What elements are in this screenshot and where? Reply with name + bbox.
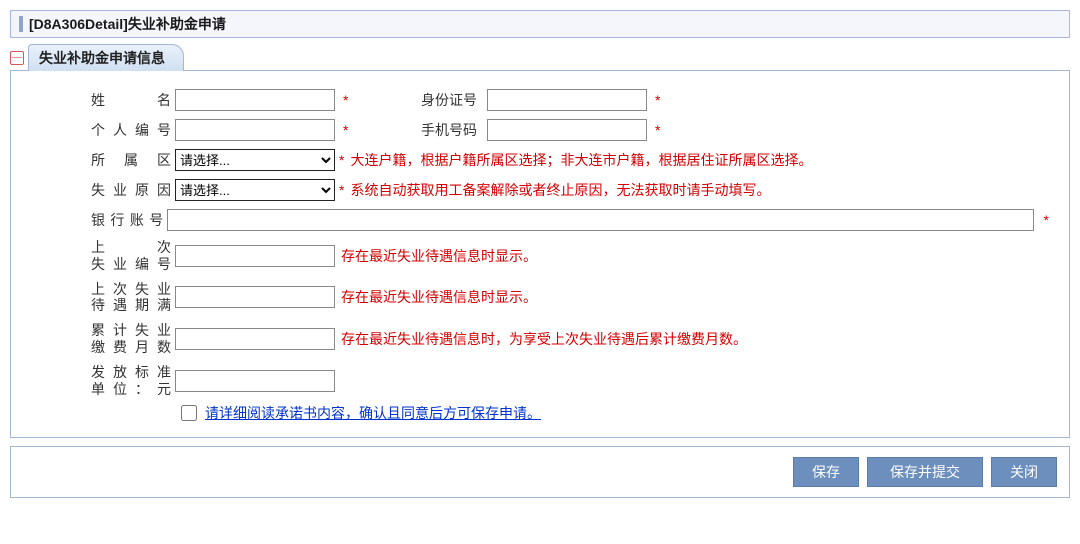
label-district: 所 属 区: [91, 150, 171, 170]
button-bar: 保存 保存并提交 关闭: [10, 446, 1070, 498]
section-tab: — 失业补助金申请信息: [10, 44, 1070, 71]
req-name: *: [339, 92, 359, 108]
form-panel: 姓 名 * 身份证号 * 个人编号 * 手机号码 * 所 属 区 请选择... …: [10, 70, 1070, 438]
agreement-row: 请详细阅读承诺书内容，确认且同意后方可保存申请。: [181, 403, 1049, 423]
label-pay-standard: 发放标准 单位：元: [91, 364, 171, 398]
page-title: [D8A306Detail]失业补助金申请: [29, 14, 226, 34]
input-bank-acc[interactable]: [167, 209, 1033, 231]
hint-unemp-reason: 系统自动获取用工备案解除或者终止原因，无法获取时请手动填写。: [344, 180, 770, 200]
select-unemp-reason[interactable]: 请选择...: [175, 179, 335, 201]
label-personal-no: 个人编号: [91, 120, 171, 140]
input-name[interactable]: [175, 89, 335, 111]
label-bank-acc: 银行账号: [91, 210, 163, 230]
hint-district: 大连户籍，根据户籍所属区选择；非大连市户籍，根据居住证所属区选择。: [344, 150, 812, 170]
hint-last-unemp-no: 存在最近失业待遇信息时显示。: [335, 246, 537, 266]
input-idcard[interactable]: [487, 89, 647, 111]
title-handle: [19, 16, 23, 32]
label-cum-months: 累计失业 缴费月数: [91, 322, 171, 356]
input-last-unemp-expire: [175, 286, 335, 308]
save-button[interactable]: 保存: [793, 457, 859, 487]
hint-cum-months: 存在最近失业待遇信息时，为享受上次失业待遇后累计缴费月数。: [335, 329, 747, 349]
section-title: 失业补助金申请信息: [28, 44, 184, 71]
hint-last-unemp-expire: 存在最近失业待遇信息时显示。: [335, 287, 537, 307]
req-unemp-reason: *: [335, 182, 344, 198]
close-button[interactable]: 关闭: [991, 457, 1057, 487]
label-idcard: 身份证号: [363, 90, 483, 110]
req-district: *: [335, 152, 344, 168]
input-phone[interactable]: [487, 119, 647, 141]
agreement-link[interactable]: 请详细阅读承诺书内容，确认且同意后方可保存申请。: [205, 403, 541, 423]
collapse-icon[interactable]: —: [10, 51, 24, 65]
agreement-checkbox[interactable]: [181, 405, 197, 421]
label-last-unemp-no: 上 次 失业编号: [91, 239, 171, 273]
label-unemp-reason: 失业原因: [91, 180, 171, 200]
save-submit-button[interactable]: 保存并提交: [867, 457, 983, 487]
input-personal-no[interactable]: [175, 119, 335, 141]
label-last-unemp-expire: 上次失业 待遇期满: [91, 281, 171, 315]
req-idcard: *: [651, 92, 671, 108]
window-title-bar: [D8A306Detail]失业补助金申请: [10, 10, 1070, 38]
select-district[interactable]: 请选择...: [175, 149, 335, 171]
req-personal-no: *: [339, 122, 359, 138]
input-cum-months: [175, 328, 335, 350]
label-phone: 手机号码: [363, 120, 483, 140]
req-bank-acc: *: [1040, 212, 1049, 228]
req-phone: *: [651, 122, 671, 138]
label-name: 姓 名: [91, 90, 171, 110]
input-pay-standard: [175, 370, 335, 392]
input-last-unemp-no: [175, 245, 335, 267]
